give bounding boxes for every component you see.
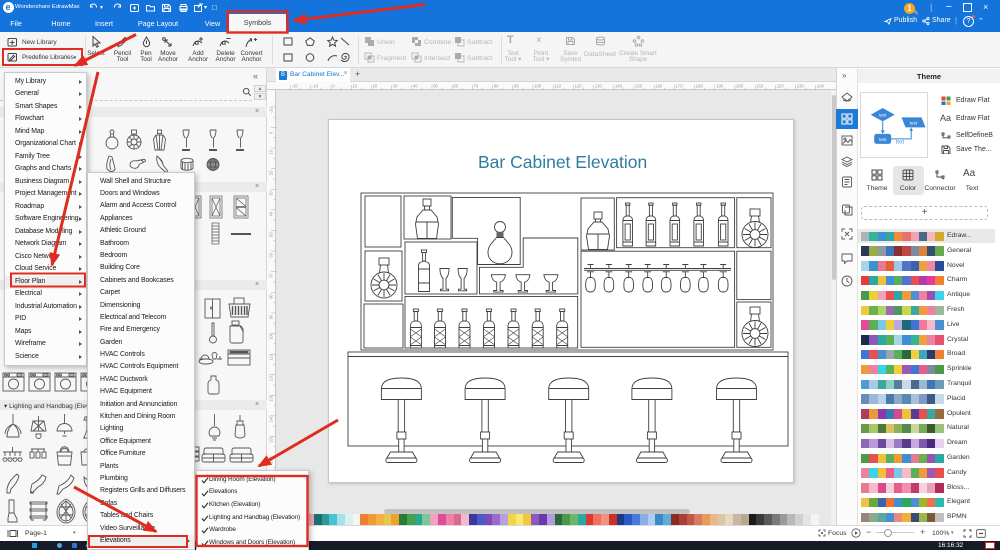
svg-text:text: text xyxy=(910,120,918,125)
svg-text:110: 110 xyxy=(554,84,561,89)
svg-text:100: 100 xyxy=(269,332,274,340)
svg-text:text: text xyxy=(879,137,887,142)
svg-text:110: 110 xyxy=(269,353,274,360)
svg-text:80: 80 xyxy=(494,84,499,89)
svg-text:220: 220 xyxy=(777,84,785,89)
svg-text:120: 120 xyxy=(269,374,274,382)
svg-text:160: 160 xyxy=(269,456,274,464)
svg-text:30: 30 xyxy=(269,190,274,195)
svg-text:text: text xyxy=(879,113,887,118)
svg-text:50: 50 xyxy=(269,232,274,237)
svg-text:160: 160 xyxy=(655,84,663,89)
svg-text:80: 80 xyxy=(269,293,274,298)
svg-text:50: 50 xyxy=(433,84,438,89)
svg-text:100: 100 xyxy=(534,84,542,89)
svg-text:200: 200 xyxy=(736,84,744,89)
svg-text:130: 130 xyxy=(595,84,603,89)
svg-text:140: 140 xyxy=(269,415,274,423)
svg-text:150: 150 xyxy=(269,435,274,443)
svg-text:40: 40 xyxy=(413,84,418,89)
svg-text:120: 120 xyxy=(575,84,583,89)
svg-text:40: 40 xyxy=(269,211,274,216)
svg-text:10: 10 xyxy=(269,149,274,154)
svg-text:70: 70 xyxy=(269,273,274,278)
svg-text:90: 90 xyxy=(269,314,274,319)
svg-text:230: 230 xyxy=(797,84,805,89)
svg-text:180: 180 xyxy=(696,84,704,89)
svg-text:-10: -10 xyxy=(312,84,319,89)
svg-text:-20: -20 xyxy=(292,84,299,89)
svg-text:130: 130 xyxy=(269,394,274,402)
svg-text:20: 20 xyxy=(373,84,378,89)
svg-text:170: 170 xyxy=(676,84,684,89)
svg-text:10: 10 xyxy=(352,84,357,89)
svg-text:140: 140 xyxy=(615,84,623,89)
svg-text:240: 240 xyxy=(817,84,825,89)
svg-text:30: 30 xyxy=(393,84,398,89)
svg-text:text: text xyxy=(896,140,905,146)
svg-text:-10: -10 xyxy=(269,107,274,114)
svg-text:210: 210 xyxy=(756,84,764,89)
svg-text:90: 90 xyxy=(514,84,519,89)
svg-text:150: 150 xyxy=(635,84,643,89)
svg-text:190: 190 xyxy=(716,84,724,89)
svg-text:60: 60 xyxy=(453,84,458,89)
svg-text:20: 20 xyxy=(269,170,274,175)
svg-text:70: 70 xyxy=(474,84,479,89)
svg-text:60: 60 xyxy=(269,252,274,257)
